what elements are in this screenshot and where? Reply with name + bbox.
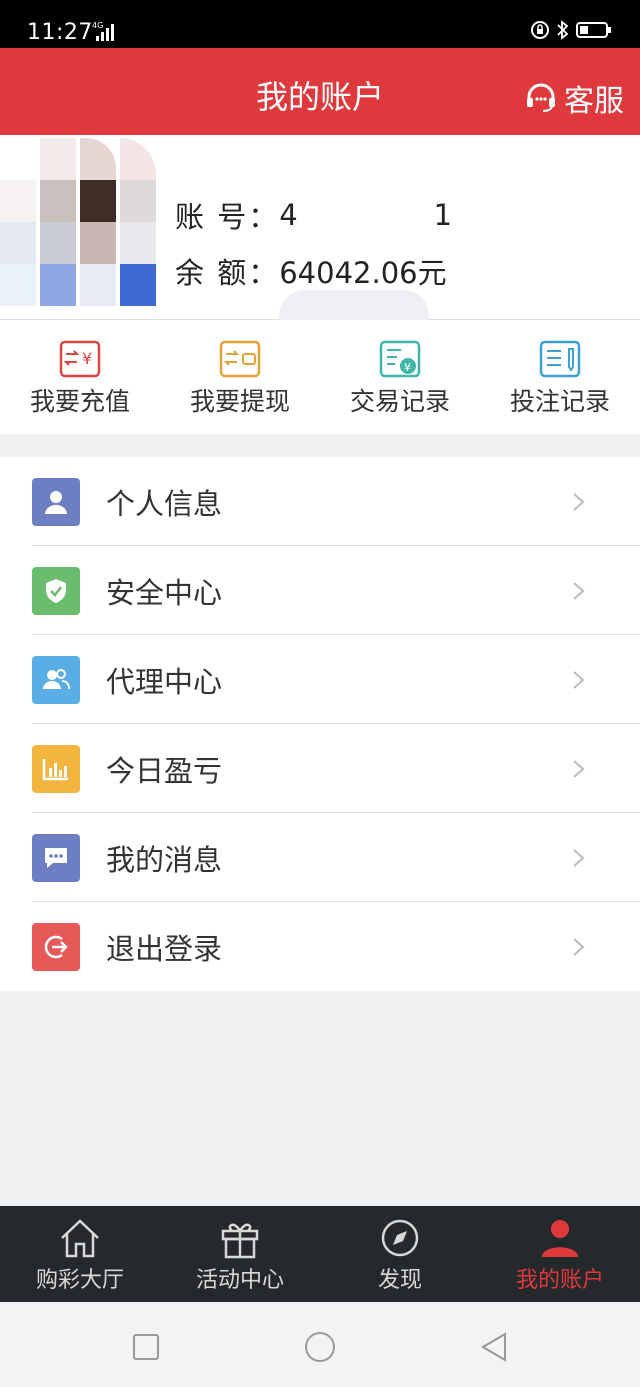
signal-icon: 4G xyxy=(92,21,114,41)
account-info: 账 号： 4 1 余 额： 64042.06元 xyxy=(175,187,452,299)
menu-label-personal-info: 个人信息 xyxy=(106,486,223,521)
menu-label-security-center: 安全中心 xyxy=(106,575,223,610)
menu-label-today-profit: 今日盈亏 xyxy=(106,753,223,788)
app-header: 我的账户 客服 xyxy=(0,48,640,135)
account-menu: 个人信息 安全中心 代理中心 今日盈亏 我的消息 退出登录 xyxy=(0,457,640,991)
tab-lottery-hall[interactable]: 购彩大厅 xyxy=(0,1206,160,1302)
svg-text:¥: ¥ xyxy=(82,349,92,368)
withdraw-button[interactable]: 我要提现 xyxy=(160,320,320,434)
user-icon xyxy=(32,478,80,526)
status-right-icons xyxy=(530,20,612,40)
customer-service-button[interactable]: 客服 xyxy=(524,76,624,120)
svg-text:¥: ¥ xyxy=(404,361,411,374)
tab-activity-center[interactable]: 活动中心 xyxy=(160,1206,320,1302)
bet-record-label: 投注记录 xyxy=(509,387,610,416)
chevron-right-icon xyxy=(573,938,585,956)
headset-icon xyxy=(527,83,555,112)
status-time: 11:27 xyxy=(27,20,93,45)
chevron-right-icon xyxy=(573,671,585,689)
shield-icon xyxy=(32,567,80,615)
account-number-label: 账 号： xyxy=(175,200,280,234)
tab-label-my-account: 我的账户 xyxy=(515,1268,604,1293)
tab-label-discover: 发现 xyxy=(377,1268,422,1293)
customer-service-label: 客服 xyxy=(564,84,624,119)
logout-icon xyxy=(32,923,80,971)
menu-item-my-messages[interactable]: 我的消息 xyxy=(0,813,640,902)
bet-record-icon xyxy=(539,340,581,378)
tab-label-activity-center: 活动中心 xyxy=(195,1268,284,1293)
recharge-button[interactable]: ¥ 我要充值 xyxy=(0,320,160,434)
avatar[interactable] xyxy=(0,138,160,308)
menu-item-personal-info[interactable]: 个人信息 xyxy=(0,457,640,546)
withdraw-icon xyxy=(219,340,261,378)
rotation-lock-icon xyxy=(531,21,549,39)
tab-label-lottery-hall: 购彩大厅 xyxy=(35,1268,124,1293)
balance-value: 64042.06元 xyxy=(279,256,447,290)
menu-item-logout[interactable]: 退出登录 xyxy=(0,902,640,991)
recharge-label: 我要充值 xyxy=(29,387,130,416)
menu-label-agent-center: 代理中心 xyxy=(106,664,223,699)
menu-item-security-center[interactable]: 安全中心 xyxy=(0,546,640,635)
account-number-start: 4 xyxy=(279,198,298,232)
chevron-right-icon xyxy=(573,493,585,511)
withdraw-label: 我要提现 xyxy=(189,387,290,416)
home-icon xyxy=(61,1219,99,1258)
menu-item-agent-center[interactable]: 代理中心 xyxy=(0,635,640,724)
balance-label: 余 额： xyxy=(175,256,280,290)
bar-chart-icon xyxy=(32,745,80,793)
network-label: 4G xyxy=(92,21,103,30)
home-nav-icon[interactable] xyxy=(303,1330,337,1364)
recharge-icon: ¥ xyxy=(59,340,101,378)
bluetooth-icon xyxy=(557,20,569,40)
bottom-tab-bar: 购彩大厅 活动中心 发现 我的账户 xyxy=(0,1206,640,1302)
menu-label-my-messages: 我的消息 xyxy=(106,842,223,877)
recent-apps-icon[interactable] xyxy=(129,1330,163,1364)
menu-label-logout: 退出登录 xyxy=(106,931,223,966)
chevron-right-icon xyxy=(573,849,585,867)
back-icon[interactable] xyxy=(477,1330,511,1364)
tab-discover[interactable]: 发现 xyxy=(320,1206,480,1302)
message-icon xyxy=(32,834,80,882)
status-bar: 11:27 4G xyxy=(0,0,640,48)
battery-icon xyxy=(576,22,611,38)
account-number-row: 账 号： 4 1 xyxy=(175,187,452,243)
person-icon xyxy=(542,1220,578,1257)
transaction-record-icon: ¥ xyxy=(379,340,421,378)
quick-actions: ¥ 我要充值 我要提现 ¥ 交易记录 投注记录 xyxy=(0,320,640,434)
chevron-right-icon xyxy=(573,760,585,778)
gift-icon xyxy=(221,1223,259,1259)
system-nav-bar xyxy=(0,1302,640,1387)
transaction-record-button[interactable]: ¥ 交易记录 xyxy=(320,320,480,434)
chevron-right-icon xyxy=(573,582,585,600)
menu-item-today-profit[interactable]: 今日盈亏 xyxy=(0,724,640,813)
account-number-end: 1 xyxy=(433,198,453,232)
agents-icon xyxy=(32,656,80,704)
compass-icon xyxy=(381,1219,419,1257)
account-card: 账 号： 4 1 余 额： 64042.06元 xyxy=(0,135,640,385)
transaction-record-label: 交易记录 xyxy=(349,387,450,416)
bet-record-button[interactable]: 投注记录 xyxy=(480,320,640,434)
tab-my-account[interactable]: 我的账户 xyxy=(480,1206,640,1302)
